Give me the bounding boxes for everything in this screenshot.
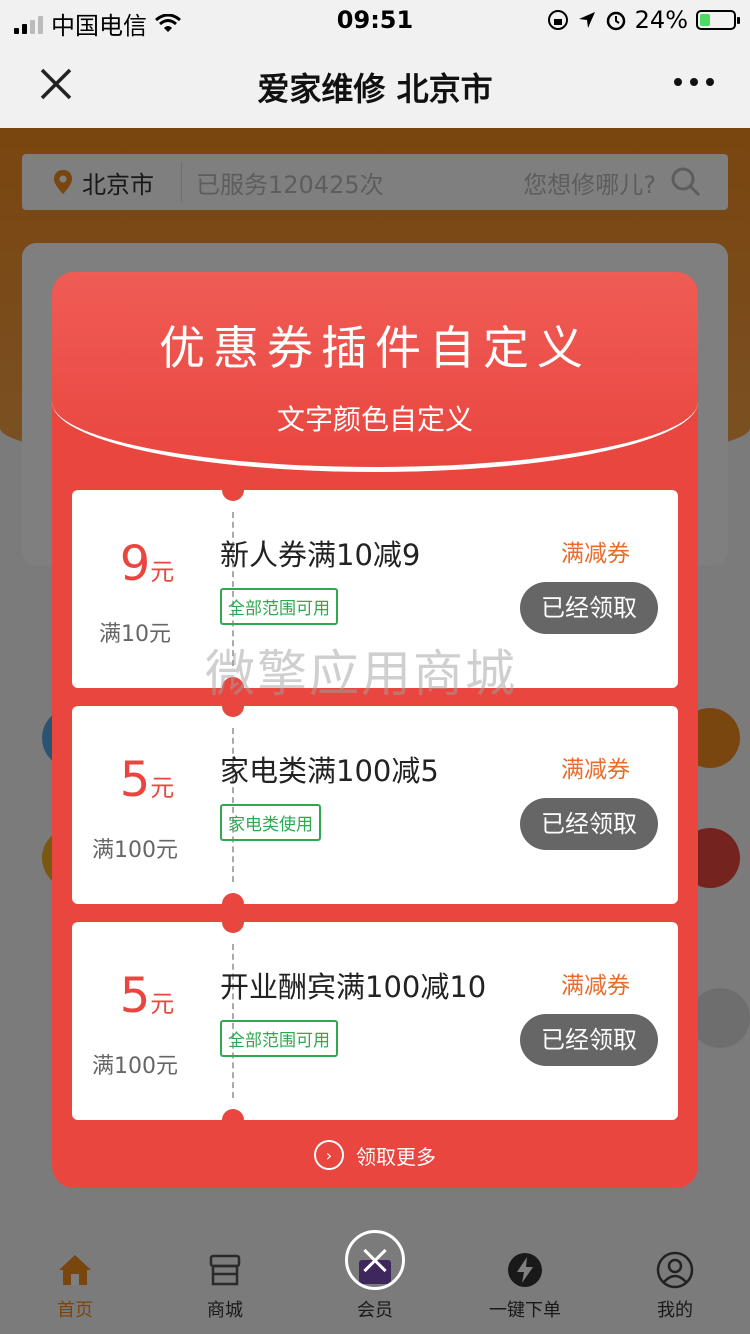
coupon-type: 满减券 xyxy=(561,973,630,999)
coupon-scope-badge: 全部范围可用 xyxy=(220,1020,338,1057)
alarm-icon xyxy=(606,11,625,31)
status-bar: 中国电信 09:51 24% xyxy=(0,0,750,44)
get-more-label: 领取更多 xyxy=(356,1144,436,1169)
modal-close-button[interactable] xyxy=(345,1230,405,1290)
claimed-button[interactable]: 已经领取 xyxy=(520,798,658,850)
page-title: 爱家维修 北京市 xyxy=(257,70,493,108)
coupon-amount: 5元 xyxy=(119,968,175,1024)
coupon-scope-badge: 全部范围可用 xyxy=(220,588,338,625)
coupon-amount: 9元 xyxy=(119,536,175,592)
coupon-condition: 满100元 xyxy=(92,1054,178,1079)
coupon-condition: 满100元 xyxy=(92,838,178,863)
modal-subtitle: 文字颜色自定义 xyxy=(276,403,473,436)
coupon-card: 5元 满100元 开业酬宾满100减10 全部范围可用 满减券 已经领取 xyxy=(72,911,678,1131)
watermark: 微擎应用商城 xyxy=(205,645,517,703)
coupon-type: 满减券 xyxy=(561,541,630,567)
coupon-condition: 满10元 xyxy=(99,622,171,647)
coupon-card: 5元 满100元 家电类满100减5 家电类使用 满减券 已经领取 xyxy=(72,695,678,915)
battery-percent: 24% xyxy=(634,6,688,34)
rotation-lock-icon xyxy=(547,10,568,30)
more-menu-icon[interactable] xyxy=(674,78,714,86)
coupon-modal: 优惠券插件自定义 文字颜色自定义 9元 满10元 新人券满10减9 全部范围可用… xyxy=(52,272,698,1188)
get-more-link[interactable]: › 领取更多 xyxy=(52,1140,698,1170)
coupon-name: 新人券满10减9 xyxy=(220,538,421,572)
claimed-button[interactable]: 已经领取 xyxy=(520,1014,658,1066)
coupon-name: 家电类满100减5 xyxy=(220,754,439,788)
battery-icon xyxy=(696,10,740,30)
coupon-amount: 5元 xyxy=(119,752,175,808)
chevron-right-icon: › xyxy=(314,1140,344,1170)
nav-bar: 爱家维修 北京市 xyxy=(0,44,750,128)
coupon-scope-badge: 家电类使用 xyxy=(220,804,321,841)
coupon-name: 开业酬宾满100减10 xyxy=(220,970,487,1004)
coupon-type: 满减券 xyxy=(561,757,630,783)
location-arrow-icon xyxy=(578,12,595,28)
claimed-button[interactable]: 已经领取 xyxy=(520,582,658,634)
modal-title: 优惠券插件自定义 xyxy=(159,321,591,375)
